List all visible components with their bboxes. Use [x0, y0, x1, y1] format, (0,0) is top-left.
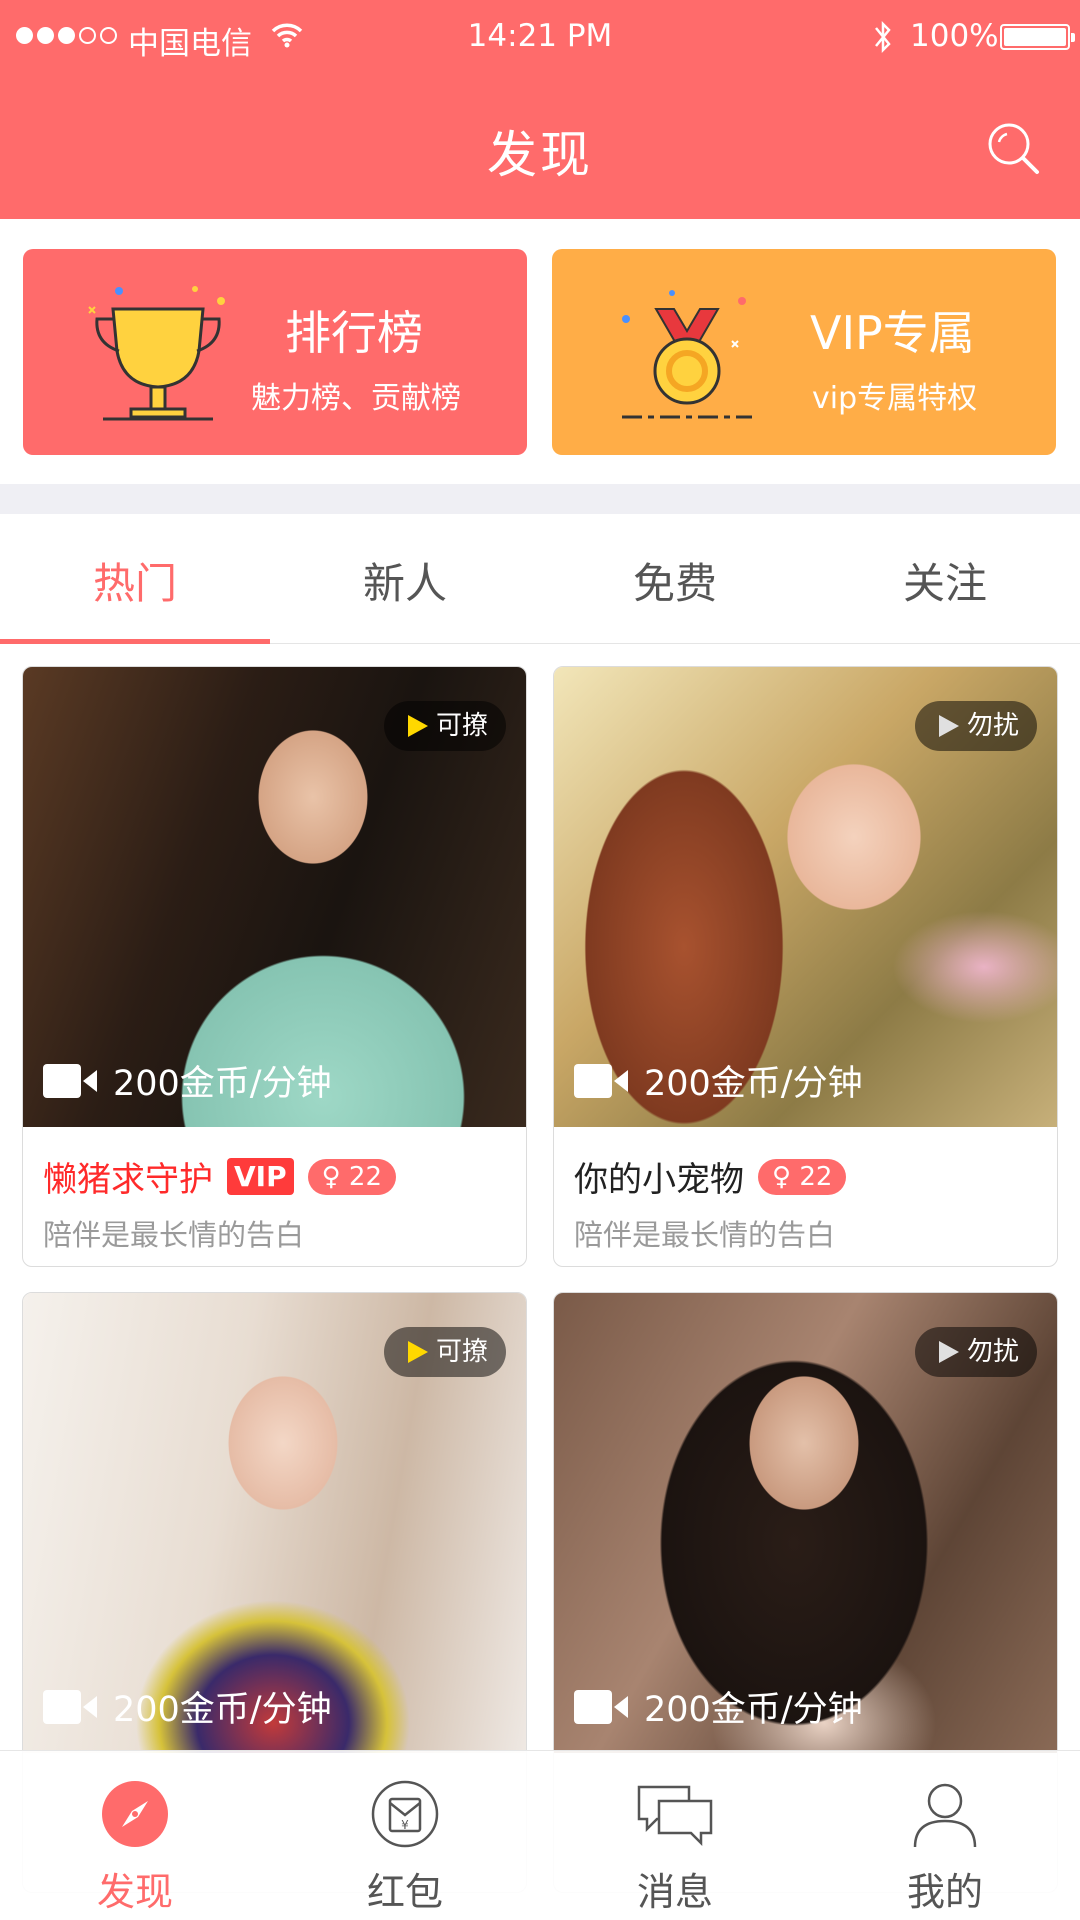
- price-label: 200金币/分钟: [644, 1064, 863, 1104]
- host-name: 懒猪求守护: [43, 1160, 213, 1200]
- tab-following[interactable]: 关注: [810, 514, 1080, 644]
- price-tag: 200金币/分钟: [574, 1055, 863, 1106]
- trophy-icon: [88, 286, 225, 421]
- category-tabs: 热门 新人 免费 关注: [0, 514, 1080, 644]
- video-camera-icon: [43, 1063, 97, 1098]
- host-card[interactable]: 勿扰 200金币/分钟 你的小宠物 ♀ 22 陪伴是最长情的告白: [553, 666, 1058, 1267]
- age-badge: ♀ 22: [758, 1158, 847, 1195]
- host-signature: 陪伴是最长情的告白: [574, 1218, 836, 1252]
- search-icon[interactable]: [985, 120, 1043, 178]
- leaderboard-subtitle: 魅力榜、贡献榜: [251, 381, 461, 416]
- battery-icon: [1000, 24, 1075, 50]
- tab-new[interactable]: 新人: [270, 514, 540, 644]
- leaderboard-card[interactable]: 排行榜 魅力榜、贡献榜: [23, 249, 527, 455]
- nav-red-packet[interactable]: ¥ 红包: [270, 1751, 540, 1920]
- price-label: 200金币/分钟: [113, 1064, 332, 1104]
- video-camera-icon: [43, 1689, 97, 1724]
- nav-discover[interactable]: 发现: [0, 1751, 270, 1920]
- price-label: 200金币/分钟: [644, 1690, 863, 1730]
- top-bar: 中国电信 14:21 PM 100% 发现: [0, 0, 1080, 219]
- vip-card[interactable]: VIP专属 vip专属特权: [552, 249, 1056, 455]
- tab-indicator: [0, 639, 270, 644]
- bottom-nav: 发现 ¥ 红包 消息 我的: [0, 1750, 1080, 1920]
- video-camera-icon: [574, 1063, 628, 1098]
- status-label: 勿扰: [966, 1337, 1019, 1367]
- red-packet-icon: ¥: [371, 1780, 439, 1848]
- svg-text:¥: ¥: [401, 1818, 409, 1832]
- profile-icon: [913, 1783, 977, 1848]
- host-signature: 陪伴是最长情的告白: [43, 1218, 305, 1252]
- price-tag: 200金币/分钟: [574, 1681, 863, 1732]
- status-badge: 勿扰: [914, 1327, 1037, 1377]
- play-icon: [407, 1341, 428, 1363]
- bluetooth-icon: [875, 20, 891, 54]
- status-label: 可撩: [435, 711, 488, 741]
- status-badge: 勿扰: [914, 701, 1037, 751]
- play-icon: [407, 715, 428, 737]
- play-icon: [938, 1341, 959, 1363]
- battery-percent: 100%: [910, 18, 999, 54]
- nav-profile[interactable]: 我的: [810, 1751, 1080, 1920]
- host-card[interactable]: 可撩 200金币/分钟 懒猪求守护 VIP ♀ 22 陪伴是最长情的告白: [22, 666, 527, 1267]
- nav-messages[interactable]: 消息: [540, 1751, 810, 1920]
- play-icon: [938, 715, 959, 737]
- host-info: 懒猪求守护 VIP ♀ 22: [43, 1152, 397, 1201]
- compass-icon: [102, 1781, 168, 1847]
- nav-label: 消息: [636, 1870, 713, 1914]
- tab-free[interactable]: 免费: [540, 514, 810, 644]
- page-title: 发现: [487, 126, 593, 184]
- nav-label: 发现: [96, 1870, 173, 1914]
- section-divider: [0, 484, 1080, 514]
- medal-icon: [622, 290, 752, 419]
- vip-title: VIP专属: [810, 306, 975, 360]
- vip-subtitle: vip专属特权: [812, 381, 978, 416]
- nav-label: 红包: [366, 1870, 443, 1914]
- leaderboard-title: 排行榜: [285, 306, 423, 360]
- host-name: 你的小宠物: [574, 1160, 744, 1200]
- status-badge: 可撩: [383, 1327, 506, 1377]
- video-camera-icon: [574, 1689, 628, 1724]
- status-label: 可撩: [435, 1337, 488, 1367]
- age-badge: ♀ 22: [307, 1158, 397, 1195]
- vip-badge: VIP: [227, 1158, 294, 1195]
- status-bar: 中国电信 14:21 PM 100%: [0, 0, 1080, 75]
- tab-hot[interactable]: 热门: [0, 514, 270, 644]
- price-tag: 200金币/分钟: [43, 1681, 332, 1732]
- host-info: 你的小宠物 ♀ 22: [574, 1152, 847, 1201]
- status-badge: 可撩: [383, 701, 506, 751]
- message-icon: [637, 1785, 713, 1847]
- status-label: 勿扰: [966, 711, 1019, 741]
- price-tag: 200金币/分钟: [43, 1055, 332, 1106]
- nav-label: 我的: [906, 1870, 983, 1914]
- price-label: 200金币/分钟: [113, 1690, 332, 1730]
